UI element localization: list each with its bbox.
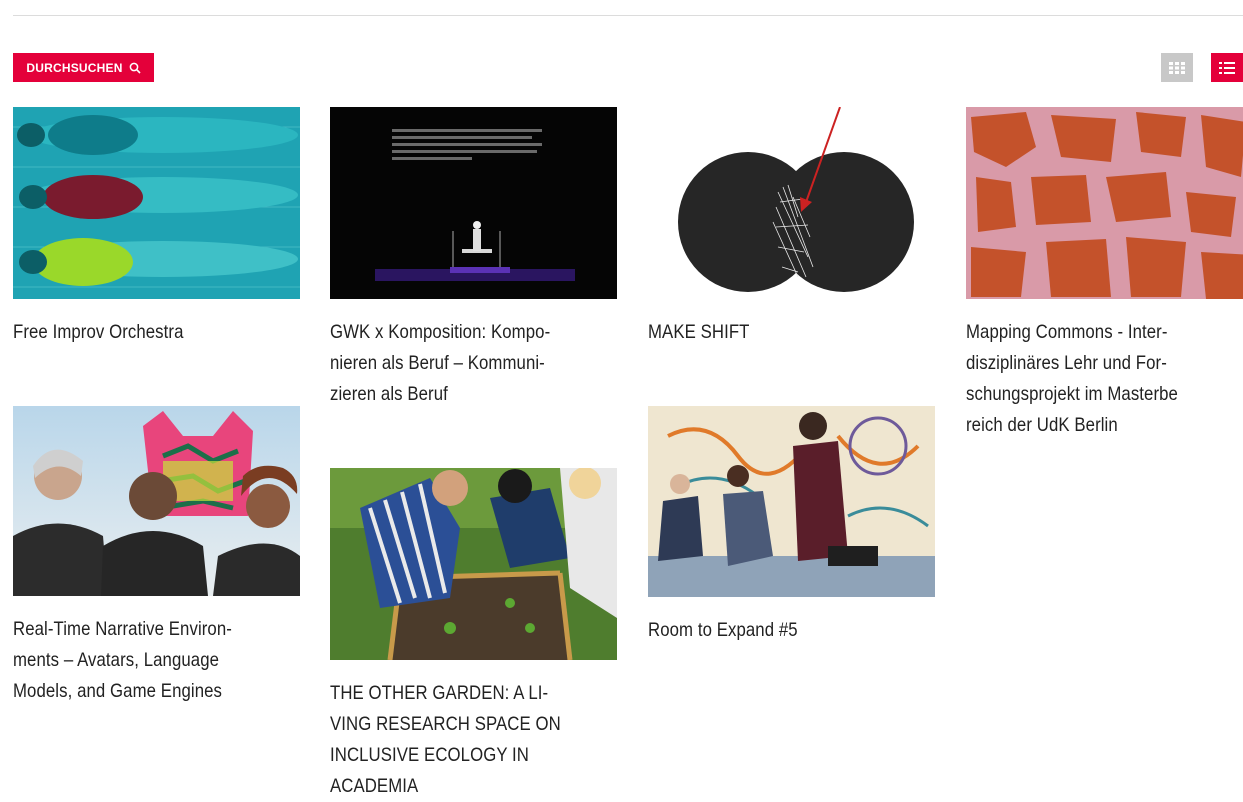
project-image-garden[interactable] (330, 468, 617, 660)
project-card[interactable]: Mapping Commons - Inter- disziplinäres L… (966, 107, 1243, 441)
top-divider (13, 15, 1243, 16)
grid-view-button[interactable] (1161, 53, 1193, 82)
project-title[interactable]: THE OTHER GARDEN: A LI- VING RESEARCH SP… (330, 678, 617, 802)
project-title[interactable]: Free Improv Orchestra (13, 317, 300, 348)
project-card[interactable]: GWK x Komposition: Kompo- nieren als Ber… (330, 107, 617, 410)
project-card[interactable]: THE OTHER GARDEN: A LI- VING RESEARCH SP… (330, 468, 617, 802)
search-button[interactable]: DURCHSUCHEN (13, 53, 154, 82)
project-card[interactable]: MAKE SHIFT (648, 107, 935, 348)
project-image-stage[interactable] (330, 107, 617, 299)
project-title[interactable]: GWK x Komposition: Kompo- nieren als Ber… (330, 317, 617, 410)
search-button-label: DURCHSUCHEN (26, 60, 123, 75)
list-view-button[interactable] (1211, 53, 1243, 82)
project-image-painting[interactable] (648, 406, 935, 597)
project-title[interactable]: MAKE SHIFT (648, 317, 935, 348)
project-title[interactable]: Mapping Commons - Inter- disziplinäres L… (966, 317, 1243, 441)
list-view-icon (1219, 61, 1235, 74)
project-image-swimmers[interactable] (13, 107, 300, 299)
project-title[interactable]: Real-Time Narrative Environ- ments – Ava… (13, 614, 300, 707)
project-card[interactable]: Real-Time Narrative Environ- ments – Ava… (13, 406, 300, 707)
project-card[interactable]: Free Improv Orchestra (13, 107, 300, 348)
search-icon (129, 62, 141, 74)
project-card[interactable]: Room to Expand #5 (648, 406, 935, 646)
project-image-circles[interactable] (648, 107, 935, 299)
project-image-avatars[interactable] (13, 406, 300, 596)
grid-view-icon (1169, 61, 1185, 74)
project-title[interactable]: Room to Expand #5 (648, 615, 935, 646)
project-image-pattern[interactable] (966, 107, 1243, 299)
